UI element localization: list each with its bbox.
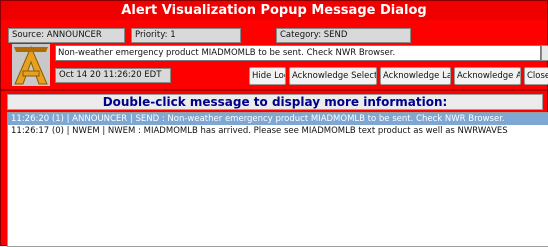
message-text-box[interactable]: Non-weather emergency product MIADMOMLB … — [55, 45, 541, 61]
hide-log-button[interactable]: Hide Log — [249, 67, 286, 85]
message-log-list[interactable]: 11:26:20 (1) | ANNOUNCER | SEND : Non-we… — [7, 112, 548, 247]
close-button[interactable]: Close — [524, 67, 548, 85]
timestamp-field: Oct 14 20 11:26:20 EDT — [55, 68, 171, 83]
acknowledge-selected-button[interactable]: Acknowledge Selected — [289, 67, 377, 85]
acknowledge-all-button[interactable]: Acknowledge All — [454, 67, 521, 85]
source-field: Source: ANNOUNCER — [8, 28, 125, 43]
awips-logo-icon — [12, 44, 50, 86]
acknowledge-last-button[interactable]: Acknowledge Last — [380, 67, 451, 85]
log-row-selected[interactable]: 11:26:20 (1) | ANNOUNCER | SEND : Non-we… — [8, 113, 548, 125]
log-row[interactable]: 11:26:17 (0) | NWEM | NWEM : MIADMOMLB h… — [8, 125, 548, 137]
separator — [1, 89, 547, 91]
category-field: Category: SEND — [276, 28, 411, 43]
message-scrollbar[interactable] — [541, 45, 548, 61]
alert-popup-dialog: Alert Visualization Popup Message Dialog… — [0, 0, 548, 247]
priority-field: Priority: 1 — [131, 28, 241, 43]
title-bar[interactable]: Alert Visualization Popup Message Dialog — [1, 1, 547, 20]
log-header: Double-click message to display more inf… — [7, 94, 543, 110]
